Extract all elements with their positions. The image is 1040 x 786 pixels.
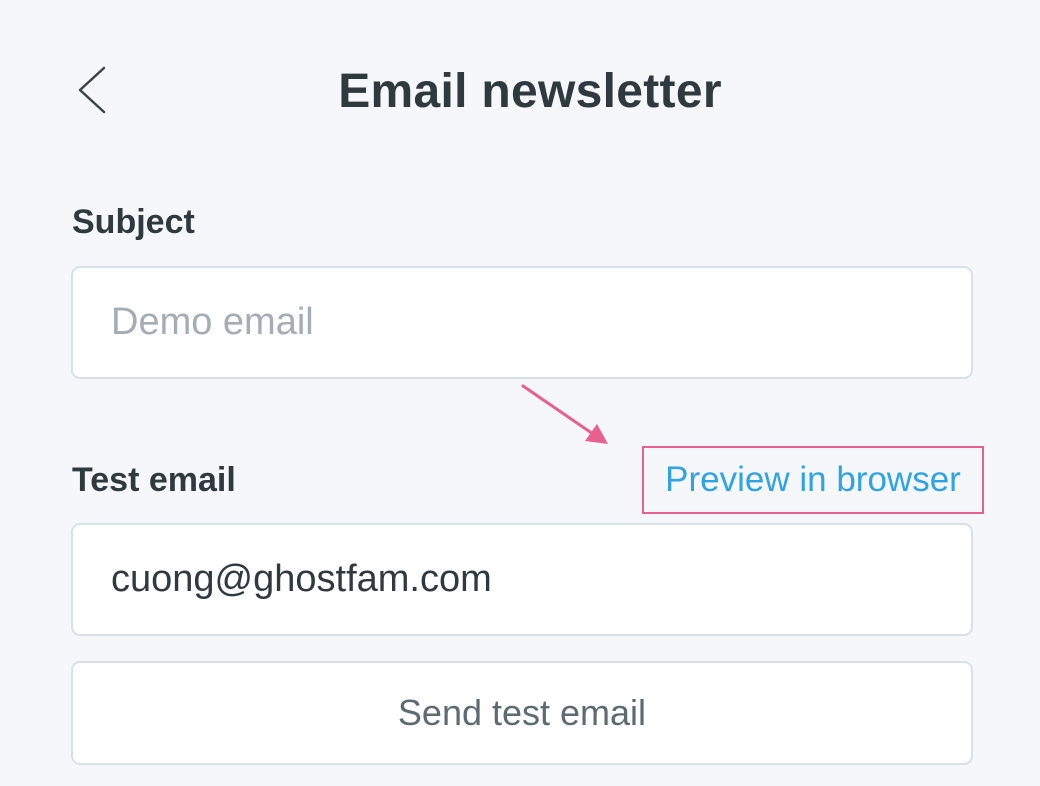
page-title: Email newsletter — [338, 65, 722, 118]
test-email-input[interactable] — [71, 523, 973, 636]
preview-in-browser-link[interactable]: Preview in browser — [642, 446, 984, 514]
annotation-arrow-icon — [521, 384, 608, 444]
subject-input[interactable] — [71, 266, 973, 379]
test-email-label: Test email — [72, 461, 236, 499]
email-newsletter-page: Email newsletter Subject Test email Prev… — [0, 0, 1040, 786]
send-test-email-button[interactable]: Send test email — [71, 661, 973, 765]
subject-label: Subject — [72, 203, 195, 241]
